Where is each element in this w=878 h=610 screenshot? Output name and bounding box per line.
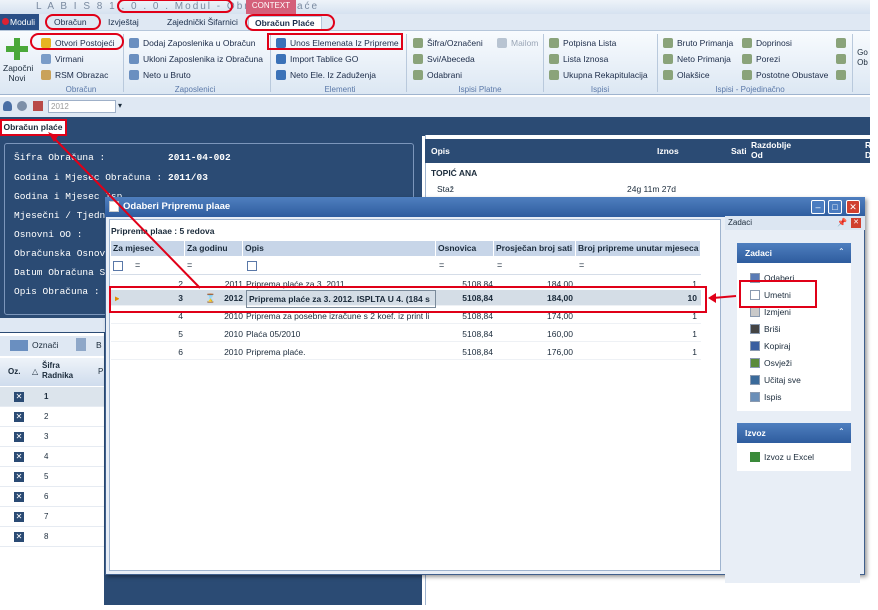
annotation-arrows <box>48 132 737 303</box>
